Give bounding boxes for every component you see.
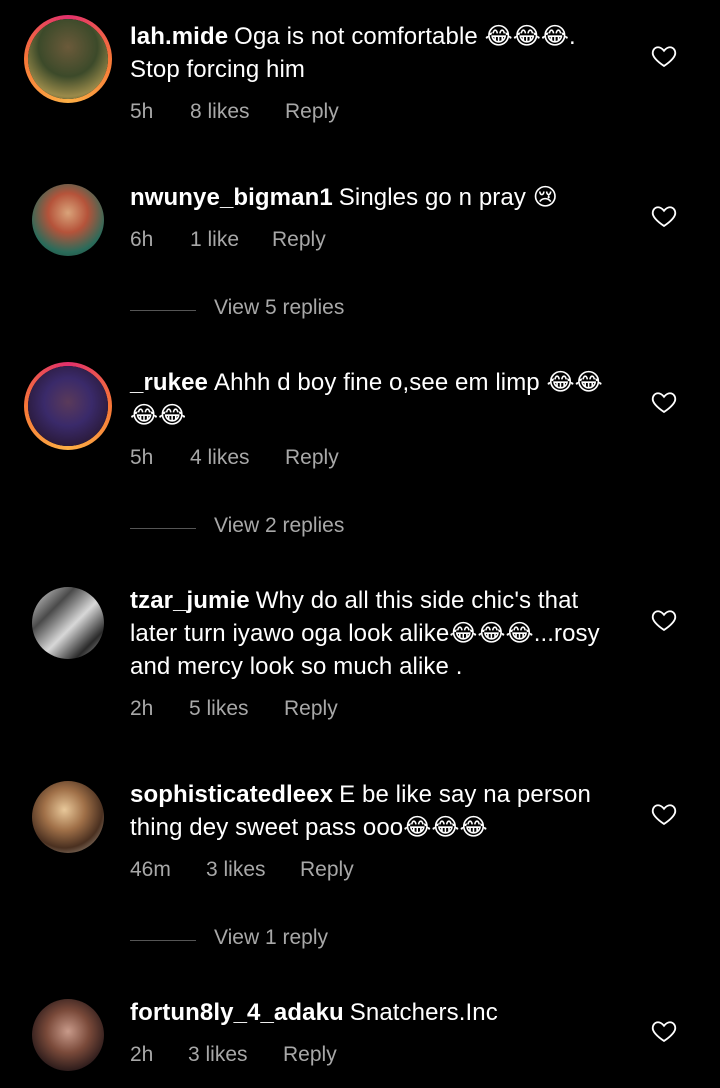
avatar-image [28, 19, 108, 99]
avatar-image [32, 587, 104, 659]
avatar[interactable] [24, 362, 112, 450]
view-replies-label: View 2 replies [214, 514, 345, 537]
comment-text: Singles go n pray 😢 [338, 184, 558, 211]
reply-button[interactable]: Reply [284, 697, 338, 721]
avatar-image [32, 999, 104, 1071]
comment-time: 5h [130, 446, 154, 469]
comment-time: 2h [130, 1043, 154, 1066]
comment-likes[interactable]: 8 likes [190, 100, 250, 124]
heart-icon[interactable] [650, 800, 678, 828]
avatar-image [32, 184, 104, 256]
comment-username[interactable]: _rukee [130, 369, 208, 396]
divider [130, 940, 196, 941]
comment-username[interactable]: fortun8ly_4_adaku [130, 999, 344, 1026]
reply-button[interactable]: Reply [300, 858, 354, 882]
comment-body: nwunye_bigman1 Singles go n pray 😢 [130, 181, 630, 214]
comment-body: sophisticatedleex E be like say na person… [130, 778, 630, 844]
comment-likes[interactable]: 3 likes [206, 858, 266, 882]
avatar[interactable] [32, 587, 104, 659]
heart-icon[interactable] [650, 388, 678, 416]
avatar-image [28, 366, 108, 446]
heart-icon[interactable] [650, 606, 678, 634]
comment-body: tzar_jumie Why do all this side chic's th… [130, 584, 630, 683]
avatar-image [32, 781, 104, 853]
reply-button[interactable]: Reply [283, 1043, 337, 1067]
comment-username[interactable]: sophisticatedleex [130, 781, 333, 808]
heart-icon[interactable] [650, 42, 678, 70]
comment-likes[interactable]: 5 likes [189, 697, 249, 721]
heart-icon[interactable] [650, 202, 678, 230]
reply-button[interactable]: Reply [272, 228, 326, 252]
reply-button[interactable]: Reply [285, 446, 339, 470]
comment-username[interactable]: lah.mide [130, 23, 228, 50]
comment-likes[interactable]: 1 like [190, 228, 239, 252]
comment-time: 46m [130, 858, 171, 881]
comment-time: 6h [130, 228, 154, 251]
avatar[interactable] [32, 781, 104, 853]
comment-likes[interactable]: 3 likes [188, 1043, 248, 1067]
comment-time: 5h [130, 100, 154, 123]
divider [130, 528, 196, 529]
comment-username[interactable]: tzar_jumie [130, 587, 250, 614]
comment-body: _rukee Ahhh d boy fine o,see em limp 😂😂😂😂 [130, 366, 630, 432]
avatar[interactable] [24, 15, 112, 103]
avatar[interactable] [32, 184, 104, 256]
view-replies-label: View 5 replies [214, 296, 345, 319]
view-replies-label: View 1 reply [214, 926, 329, 949]
avatar[interactable] [32, 999, 104, 1071]
heart-icon[interactable] [650, 1017, 678, 1045]
reply-button[interactable]: Reply [285, 100, 339, 124]
comment-likes[interactable]: 4 likes [190, 446, 250, 470]
comment-body: lah.mide Oga is not comfortable 😂😂😂. Stop… [130, 20, 630, 86]
comment-body: fortun8ly_4_adaku Snatchers.Inc [130, 996, 630, 1029]
comment-time: 2h [130, 697, 154, 720]
comment-text: Snatchers.Inc [349, 999, 498, 1026]
comment-username[interactable]: nwunye_bigman1 [130, 184, 333, 211]
divider [130, 310, 196, 311]
